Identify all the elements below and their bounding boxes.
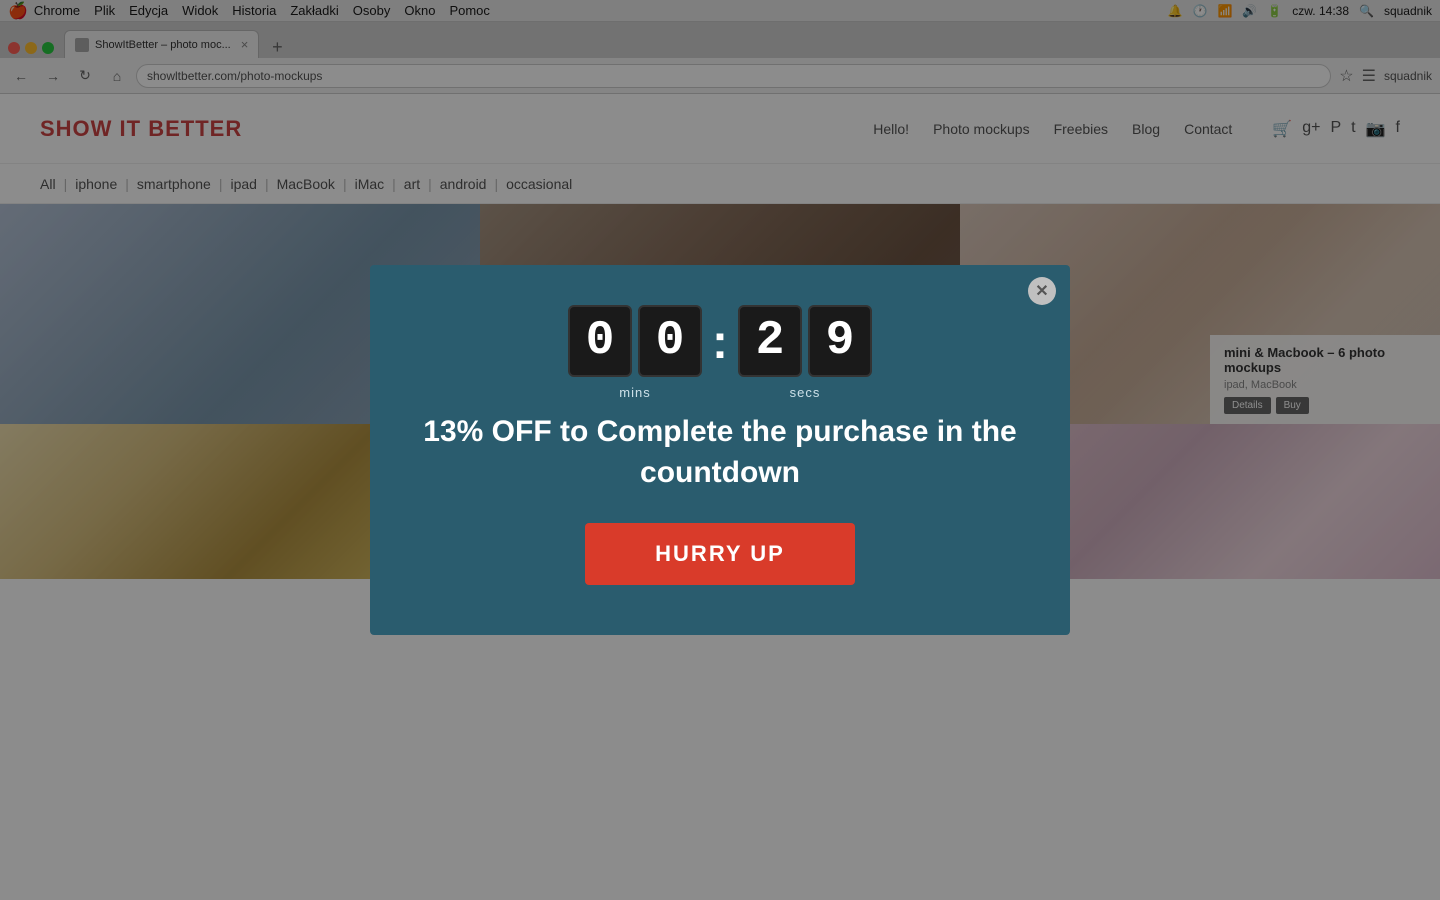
countdown-seconds-digits: 2 9 xyxy=(738,305,872,377)
promo-text: 13% OFF to Complete the purchase in the … xyxy=(420,412,1020,493)
minutes-label: mins xyxy=(619,385,650,400)
modal-close-button[interactable]: ✕ xyxy=(1028,277,1056,305)
countdown-separator: : xyxy=(712,307,728,379)
promo-modal: ✕ 0 0 mins : 2 9 secs 13% OFF to Complet… xyxy=(370,265,1070,635)
seconds-digit-1: 2 xyxy=(738,305,802,377)
minutes-digit-2: 0 xyxy=(638,305,702,377)
seconds-label: secs xyxy=(790,385,821,400)
countdown-minutes-digits: 0 0 xyxy=(568,305,702,377)
hurry-up-button[interactable]: HURRY UP xyxy=(585,523,855,585)
countdown-seconds-group: 2 9 secs xyxy=(738,305,872,400)
minutes-digit-1: 0 xyxy=(568,305,632,377)
countdown-display: 0 0 mins : 2 9 secs xyxy=(420,305,1020,400)
seconds-digit-2: 9 xyxy=(808,305,872,377)
countdown-minutes-group: 0 0 mins xyxy=(568,305,702,400)
